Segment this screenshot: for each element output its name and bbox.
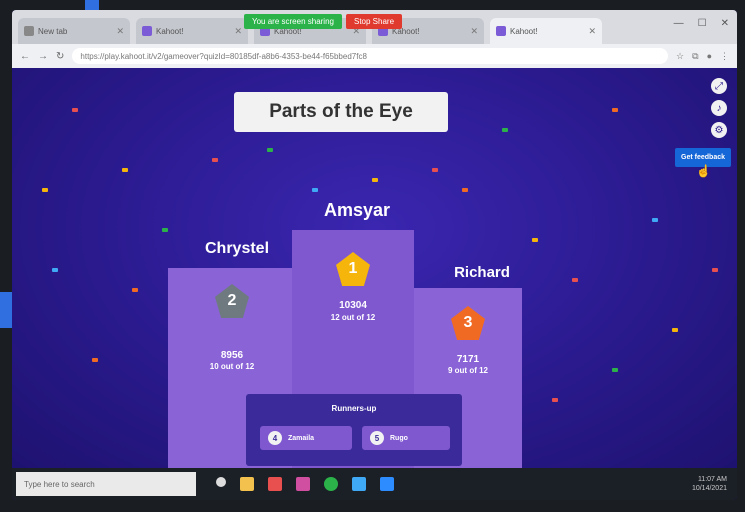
bronze-badge-icon: 3 bbox=[451, 306, 485, 340]
url-field[interactable]: https://play.kahoot.it/v2/gameover?quizI… bbox=[72, 48, 669, 64]
clock-date: 10/14/2021 bbox=[691, 485, 727, 492]
confetti-piece bbox=[92, 358, 98, 362]
confetti-piece bbox=[42, 188, 48, 192]
podium-name-first: Amsyar bbox=[323, 200, 391, 220]
close-icon[interactable]: ✕ bbox=[116, 26, 124, 37]
rank-number: 3 bbox=[463, 314, 473, 331]
confetti-piece bbox=[122, 168, 128, 172]
runners-up-panel: Runners-up 4 Zamaila 5 Rugo bbox=[246, 394, 462, 466]
confetti-piece bbox=[532, 238, 538, 242]
address-bar: ← → ↻ https://play.kahoot.it/v2/gameover… bbox=[12, 44, 737, 68]
settings-icon[interactable]: ⚙ bbox=[711, 122, 727, 138]
podium-score: 8956 bbox=[220, 350, 244, 361]
fullscreen-icon[interactable]: ⤢ bbox=[711, 78, 727, 94]
blue-mark-left bbox=[0, 292, 12, 328]
confetti-piece bbox=[52, 268, 58, 272]
forward-icon[interactable]: → bbox=[38, 51, 48, 62]
window-controls: — ☐ ✕ bbox=[674, 18, 729, 29]
kahoot-stage: Parts of the Eye ⤢ ♪ ⚙ Get feedback ☝ Ch… bbox=[12, 68, 737, 468]
tab-favicon-icon bbox=[24, 26, 34, 36]
chrome-icon[interactable] bbox=[324, 477, 338, 491]
podium-name-third: Richard bbox=[454, 264, 510, 281]
browser-tab[interactable]: New tab ✕ bbox=[18, 18, 130, 44]
confetti-piece bbox=[462, 188, 468, 192]
confetti-piece bbox=[72, 108, 78, 112]
star-icon[interactable]: ☆ bbox=[676, 51, 684, 62]
task-view-icon[interactable] bbox=[216, 477, 226, 487]
podium-correct: 10 out of 12 bbox=[209, 362, 255, 371]
confetti-piece bbox=[672, 328, 678, 332]
system-tray: 11:07 AM 10/14/2021 bbox=[692, 475, 727, 493]
browser-chrome: New tab ✕ Kahoot! ✕ Kahoot! ✕ Kahoot! ✕ Kaho… bbox=[12, 10, 737, 68]
tab-favicon-icon bbox=[496, 26, 506, 36]
close-icon[interactable]: ✕ bbox=[588, 26, 596, 37]
browser-tab[interactable]: Kahoot! ✕ bbox=[136, 18, 248, 44]
runner-up-item: 5 Rugo bbox=[362, 426, 450, 450]
app-icon[interactable] bbox=[296, 477, 310, 491]
runner-up-name: Rugo bbox=[390, 434, 408, 442]
podium-correct: 12 out of 12 bbox=[330, 313, 376, 322]
reload-icon[interactable]: ↻ bbox=[56, 51, 64, 62]
podium-score: 10304 bbox=[339, 300, 367, 311]
profile-icon[interactable]: ● bbox=[707, 51, 712, 61]
confetti-piece bbox=[132, 288, 138, 292]
confetti-piece bbox=[432, 168, 438, 172]
confetti-piece bbox=[612, 108, 618, 112]
confetti-piece bbox=[712, 268, 718, 272]
screen-share-bar: You are screen sharing Stop Share bbox=[244, 12, 403, 30]
browser-tab-active[interactable]: Kahoot! ✕ bbox=[490, 18, 602, 44]
extensions-icon[interactable]: ⧉ bbox=[692, 51, 698, 62]
runners-up-heading: Runners-up bbox=[331, 404, 377, 413]
stop-share-button[interactable]: Stop Share bbox=[345, 13, 403, 29]
app-icon[interactable] bbox=[268, 477, 282, 491]
sound-icon[interactable]: ♪ bbox=[711, 100, 727, 116]
tab-favicon-icon bbox=[142, 26, 152, 36]
close-icon[interactable]: ✕ bbox=[470, 26, 478, 37]
cursor-icon: ☝ bbox=[696, 164, 711, 178]
runner-up-name: Zamaila bbox=[288, 434, 315, 442]
runner-up-item: 4 Zamaila bbox=[260, 426, 352, 450]
silver-badge-icon: 2 bbox=[215, 284, 249, 318]
screen: New tab ✕ Kahoot! ✕ Kahoot! ✕ Kahoot! ✕ Kaho… bbox=[12, 10, 737, 500]
tab-label: Kahoot! bbox=[156, 26, 184, 36]
rank-number: 5 bbox=[370, 431, 384, 445]
confetti-piece bbox=[552, 398, 558, 402]
confetti-piece bbox=[267, 148, 273, 152]
confetti-piece bbox=[502, 128, 508, 132]
rank-number: 2 bbox=[227, 292, 237, 309]
minimize-icon[interactable]: — bbox=[674, 18, 684, 29]
maximize-icon[interactable]: ☐ bbox=[698, 18, 707, 29]
confetti-piece bbox=[612, 368, 618, 372]
confetti-piece bbox=[162, 228, 168, 232]
zoom-icon[interactable] bbox=[380, 477, 394, 491]
tab-label: New tab bbox=[38, 26, 68, 36]
confetti-piece bbox=[212, 158, 218, 162]
close-window-icon[interactable]: ✕ bbox=[721, 18, 729, 29]
podium-name-second: Chrystel bbox=[204, 240, 270, 257]
close-icon[interactable]: ✕ bbox=[234, 26, 242, 37]
podium-correct: 9 out of 12 bbox=[447, 366, 488, 375]
tab-label: Kahoot! bbox=[510, 26, 538, 36]
taskbar-search-input[interactable]: Type here to search bbox=[16, 472, 196, 496]
file-explorer-icon[interactable] bbox=[240, 477, 254, 491]
rank-number: 4 bbox=[268, 431, 282, 445]
rank-number: 1 bbox=[348, 260, 358, 277]
quiz-title: Parts of the Eye bbox=[234, 92, 448, 132]
taskbar-apps bbox=[216, 477, 394, 491]
confetti-piece bbox=[652, 218, 658, 222]
confetti-piece bbox=[372, 178, 378, 182]
podium-score: 7171 bbox=[456, 354, 480, 365]
app-icon[interactable] bbox=[352, 477, 366, 491]
clock-time: 11:07 AM bbox=[697, 476, 727, 483]
confetti-piece bbox=[572, 278, 578, 282]
share-status: You are screen sharing bbox=[244, 13, 342, 29]
taskbar: Type here to search 11:07 AM 10/14/2021 bbox=[12, 468, 737, 500]
confetti-piece bbox=[312, 188, 318, 192]
back-icon[interactable]: ← bbox=[20, 51, 30, 62]
menu-icon[interactable]: ⋮ bbox=[720, 51, 729, 62]
gold-badge-icon: 1 bbox=[336, 252, 370, 286]
